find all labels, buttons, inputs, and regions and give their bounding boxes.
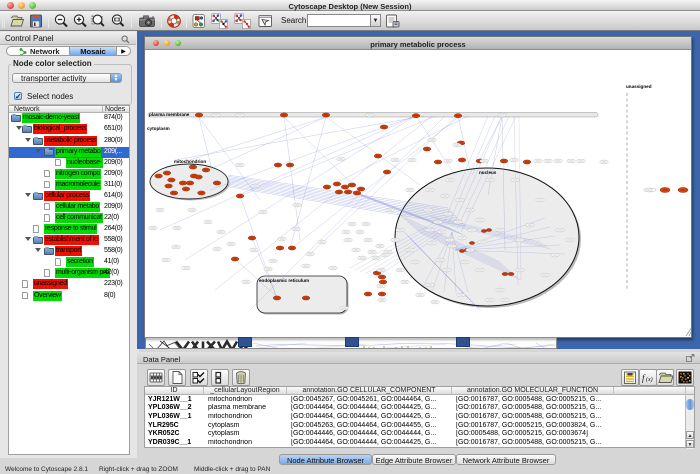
svg-text:plasma membrane: plasma membrane bbox=[149, 112, 190, 117]
svg-text:cytoplasm: cytoplasm bbox=[147, 126, 170, 131]
svg-text:unassigned: unassigned bbox=[626, 84, 652, 89]
svg-text:mitochondrion: mitochondrion bbox=[174, 159, 206, 164]
svg-text:nucleus: nucleus bbox=[479, 170, 497, 175]
svg-text:(x): (x) bbox=[646, 376, 653, 383]
svg-text:endoplasmic reticulum: endoplasmic reticulum bbox=[259, 278, 309, 283]
